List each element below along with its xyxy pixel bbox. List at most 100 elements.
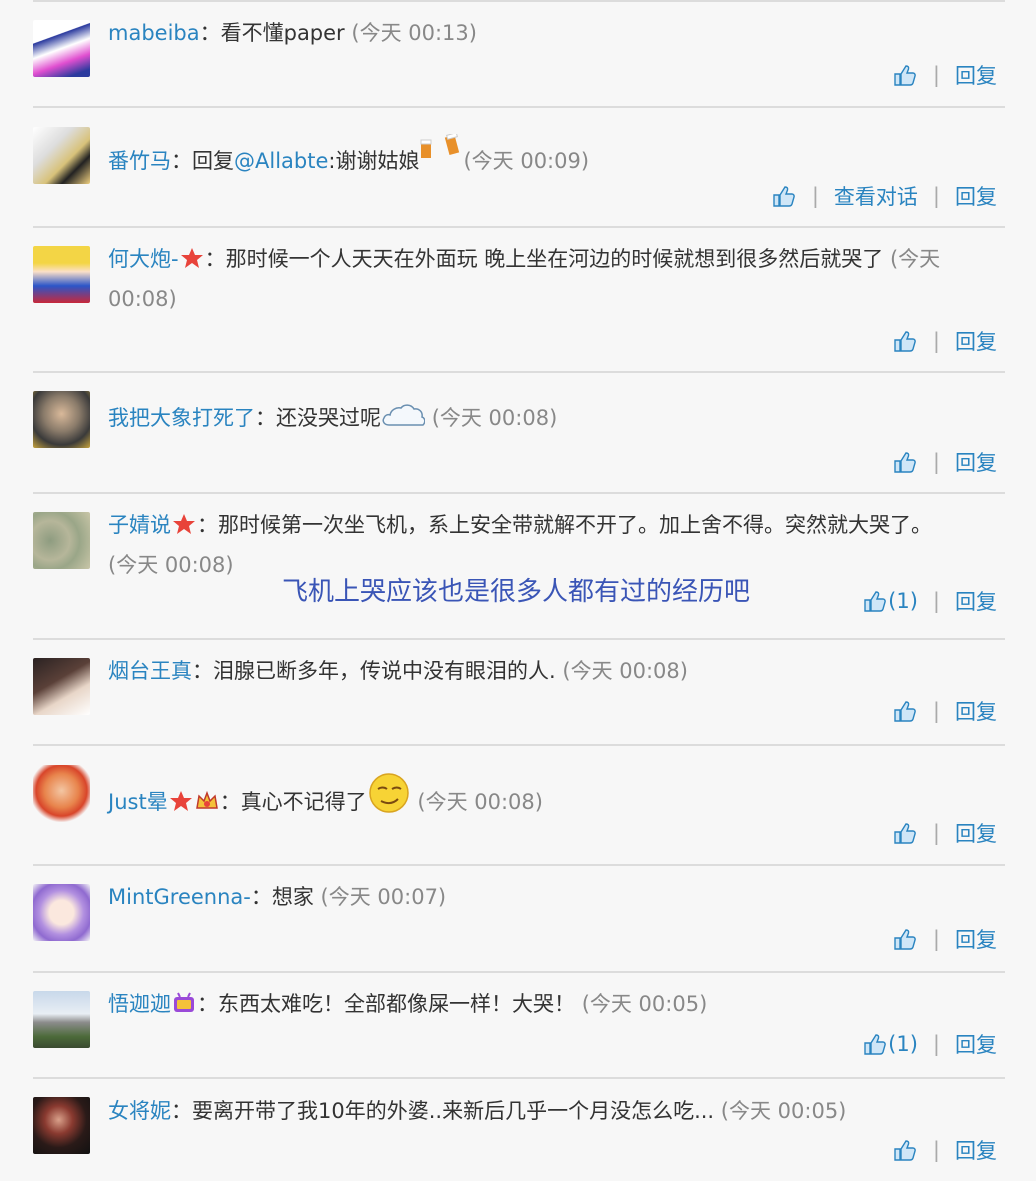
timestamp: (今天 00:08) bbox=[417, 790, 543, 814]
thumbs-up-icon bbox=[773, 186, 795, 207]
like-button[interactable] bbox=[892, 449, 918, 475]
divider: | bbox=[811, 184, 819, 208]
timestamp: (今天 00:09) bbox=[463, 149, 590, 173]
divider: | bbox=[932, 821, 940, 845]
reply-link[interactable]: 回复 bbox=[955, 1135, 997, 1165]
colon: ： bbox=[255, 406, 276, 430]
comment-text: 想家 bbox=[271, 885, 314, 909]
like-button[interactable]: (1) bbox=[862, 1031, 918, 1057]
like-button[interactable] bbox=[892, 328, 918, 354]
reply-link[interactable]: 回复 bbox=[955, 181, 997, 211]
view-conversation-link[interactable]: 查看对话 bbox=[834, 181, 918, 211]
cloud-emoji-icon bbox=[382, 404, 425, 426]
reply-link[interactable]: 回复 bbox=[955, 696, 997, 726]
comment-actions: | 回复 bbox=[892, 696, 997, 726]
username-link[interactable]: mabeiba bbox=[108, 21, 200, 45]
reply-link[interactable]: 回复 bbox=[955, 1029, 997, 1059]
avatar[interactable] bbox=[33, 658, 90, 715]
colon: ： bbox=[171, 149, 192, 173]
comment-actions: | 回复 bbox=[892, 326, 997, 356]
comment-item: Just晕 ：真心不记得了 (今天 00:08) | 回复 bbox=[33, 746, 1005, 864]
like-count: (1) bbox=[888, 1032, 918, 1056]
divider: | bbox=[932, 1138, 940, 1162]
like-button[interactable] bbox=[892, 62, 918, 88]
username-link[interactable]: Just晕 bbox=[108, 790, 168, 814]
timestamp: (今天 00:08) bbox=[108, 553, 234, 577]
smirk-emoji-icon bbox=[368, 773, 409, 813]
avatar[interactable] bbox=[33, 1097, 90, 1154]
avatar[interactable] bbox=[33, 884, 90, 941]
timestamp: (今天 00:08) bbox=[431, 406, 558, 430]
comment-item: mabeiba：看不懂paper (今天 00:13) | 回复 bbox=[33, 2, 1005, 106]
divider: | bbox=[932, 589, 940, 613]
comment-text: 泪腺已断多年，传说中没有眼泪的人. bbox=[213, 659, 556, 683]
username-link[interactable]: 番竹马 bbox=[108, 149, 171, 173]
username-link[interactable]: 我把大象打死了 bbox=[108, 406, 255, 430]
comment-text: 还没哭过呢 bbox=[276, 406, 381, 430]
comment-text: 要离开带了我10年的外婆..来新后几乎一个月没怎么吃... bbox=[192, 1099, 715, 1123]
comment-actions: | 回复 bbox=[892, 60, 997, 90]
avatar[interactable] bbox=[33, 765, 90, 822]
colon: ： bbox=[219, 790, 241, 814]
thumbs-up-icon bbox=[894, 452, 916, 473]
like-button[interactable] bbox=[892, 820, 918, 846]
username-link[interactable]: 悟迦迦 bbox=[108, 992, 171, 1016]
like-button[interactable] bbox=[892, 1137, 918, 1163]
comment-item: 何大炮- ：那时候一个人天天在外面玩 晚上坐在河边的时候就想到很多然后就哭了 (今… bbox=[33, 228, 1005, 371]
star-badge-icon bbox=[173, 514, 195, 534]
reply-link[interactable]: 回复 bbox=[955, 586, 997, 616]
avatar[interactable] bbox=[33, 127, 90, 184]
like-button[interactable] bbox=[892, 698, 918, 724]
comment-item: MintGreenna-：想家 (今天 00:07) | 回复 bbox=[33, 866, 1005, 971]
timestamp: (今天 00:08) bbox=[562, 659, 688, 683]
comment-text: 那时候一个人天天在外面玩 晚上坐在河边的时候就想到很多然后就哭了 bbox=[225, 247, 884, 271]
colon: ： bbox=[199, 21, 221, 45]
comment-item: 烟台王真：泪腺已断多年，传说中没有眼泪的人. (今天 00:08) | 回复 bbox=[33, 640, 1005, 744]
comment-text: 看不懂paper bbox=[220, 21, 345, 45]
avatar[interactable] bbox=[33, 246, 90, 303]
star-badge-icon bbox=[180, 248, 203, 268]
like-button[interactable] bbox=[771, 183, 797, 209]
username-link[interactable]: 何大炮- bbox=[108, 247, 179, 271]
reply-link[interactable]: 回复 bbox=[955, 447, 997, 477]
colon: ： bbox=[171, 1099, 192, 1123]
like-button[interactable] bbox=[892, 926, 918, 952]
thumbs-up-icon bbox=[894, 65, 916, 86]
divider: | bbox=[932, 450, 940, 474]
reply-link[interactable]: 回复 bbox=[955, 326, 997, 356]
comment-text: 真心不记得了 bbox=[240, 790, 367, 814]
comment-body: 番竹马：回复@Allabte:谢谢姑娘 (今天 00:09) bbox=[108, 134, 1005, 181]
username-link[interactable]: MintGreenna- bbox=[108, 885, 251, 909]
mention-link[interactable]: @Allabte bbox=[234, 149, 328, 173]
avatar[interactable] bbox=[33, 991, 90, 1048]
divider: | bbox=[932, 63, 940, 87]
thumbs-up-icon bbox=[894, 331, 916, 352]
comment-item: 悟迦迦 ：东西太难吃！全部都像屎一样！大哭！ (今天 00:05) (1) | 回… bbox=[33, 973, 1005, 1077]
username-link[interactable]: 烟台王真 bbox=[108, 659, 192, 683]
comment-body: 烟台王真：泪腺已断多年，传说中没有眼泪的人. (今天 00:08) bbox=[108, 651, 1005, 691]
reply-link[interactable]: 回复 bbox=[955, 818, 997, 848]
comment-actions: | 回复 bbox=[892, 924, 997, 954]
comment-body: mabeiba：看不懂paper (今天 00:13) bbox=[108, 13, 1005, 53]
comment-item: 番竹马：回复@Allabte:谢谢姑娘 (今天 00:09) | 查看对话 | 回… bbox=[33, 108, 1005, 226]
divider: | bbox=[932, 329, 940, 353]
like-count: (1) bbox=[888, 589, 918, 613]
comment-body: 悟迦迦 ：东西太难吃！全部都像屎一样！大哭！ (今天 00:05) bbox=[108, 984, 1005, 1024]
divider: | bbox=[932, 184, 940, 208]
comment-actions: (1) | 回复 bbox=[862, 1029, 997, 1059]
comment-actions: | 回复 bbox=[892, 447, 997, 477]
reply-link[interactable]: 回复 bbox=[955, 924, 997, 954]
like-button[interactable]: (1) bbox=[862, 588, 918, 614]
colon: ： bbox=[204, 247, 226, 271]
colon: ： bbox=[197, 992, 218, 1016]
reply-link[interactable]: 回复 bbox=[955, 60, 997, 90]
timestamp: (今天 00:05) bbox=[581, 992, 708, 1016]
thumbs-up-icon bbox=[864, 1034, 886, 1055]
thumbs-up-icon bbox=[894, 929, 916, 950]
avatar[interactable] bbox=[33, 20, 90, 77]
username-link[interactable]: 女将妮 bbox=[108, 1099, 171, 1123]
comment-actions: | 查看对话 | 回复 bbox=[771, 181, 997, 211]
avatar[interactable] bbox=[33, 512, 90, 569]
avatar[interactable] bbox=[33, 391, 90, 448]
username-link[interactable]: 子婧说 bbox=[108, 513, 171, 537]
